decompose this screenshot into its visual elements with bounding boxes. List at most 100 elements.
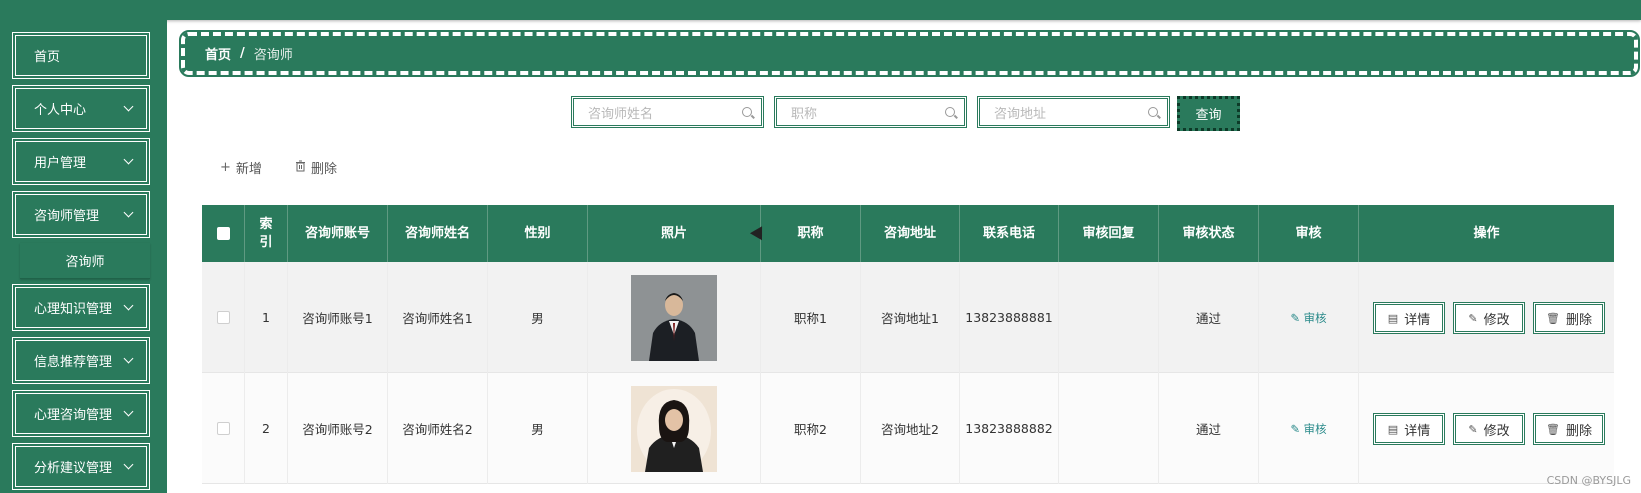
sidebar-item-home[interactable]: 首页 (12, 32, 150, 79)
document-icon: ▤ (1387, 422, 1399, 436)
cell-audit-reply (1059, 373, 1159, 484)
document-icon: ▤ (1387, 311, 1399, 325)
sidebar-subitem-label: 咨询师 (65, 255, 105, 270)
trash-icon: 🗑 (1546, 422, 1560, 436)
watermark: CSDN @BYSJLG (1546, 474, 1631, 487)
placeholder-text: 咨询师姓名 (588, 106, 654, 122)
trash-icon: 🗑 (1546, 311, 1560, 325)
cell-account: 咨询师账号1 (288, 262, 388, 373)
row-checkbox[interactable] (216, 311, 230, 324)
cell-index: 2 (245, 373, 288, 484)
edit-button[interactable]: ✎ 修改 (1453, 413, 1525, 445)
detail-button[interactable]: ▤ 详情 (1373, 302, 1445, 334)
header-address: 咨询地址 (861, 205, 960, 262)
detail-label: 详情 (1404, 312, 1431, 328)
chevron-down-icon (123, 300, 134, 311)
header-title: 职称 (761, 205, 861, 262)
delete-button[interactable]: 🗑 删除 (1533, 302, 1605, 334)
cell-audit-status: 通过 (1159, 262, 1259, 373)
audit-label: 审核 (1303, 310, 1327, 325)
cell-audit: ✎ 审核 (1259, 262, 1359, 373)
cell-audit-reply (1059, 262, 1159, 373)
add-button[interactable]: + 新增 (220, 158, 262, 177)
sidebar-item-label: 用户管理 (34, 156, 87, 171)
delete-label: 删除 (1565, 423, 1592, 439)
pencil-icon: ✎ (1468, 422, 1478, 436)
row-select-cell (202, 262, 245, 373)
chevron-down-icon (123, 101, 134, 112)
edit-button[interactable]: ✎ 修改 (1453, 302, 1525, 334)
breadcrumb-home[interactable]: 首页 (205, 44, 231, 63)
audit-link[interactable]: ✎ 审核 (1290, 421, 1326, 437)
sidebar-item-label: 个人中心 (34, 103, 87, 118)
cell-gender: 男 (488, 262, 588, 373)
counselor-photo (631, 274, 717, 361)
edit-label: 修改 (1483, 312, 1510, 328)
row-checkbox[interactable] (216, 422, 230, 435)
sidebar-item-analysis[interactable]: 分析建议管理 (12, 443, 150, 490)
cell-phone: 13823888881 (960, 262, 1059, 373)
header-index: 索引 (245, 205, 288, 262)
placeholder-text: 职称 (791, 106, 818, 122)
delete-label: 删除 (1565, 312, 1592, 328)
detail-button[interactable]: ▤ 详情 (1373, 413, 1445, 445)
chevron-down-icon (123, 353, 134, 364)
sidebar-item-label: 心理咨询管理 (34, 408, 113, 423)
cell-name: 咨询师姓名1 (388, 262, 488, 373)
table-header: 索引 咨询师账号 咨询师姓名 性别 照片 职称 咨询地址 联系电话 审核回复 审… (202, 205, 1614, 262)
batch-delete-button[interactable]: 删除 (295, 158, 337, 177)
search-icon (1148, 107, 1158, 117)
table-row: 1 咨询师账号1 咨询师姓名1 男 职称1 咨询地址1 13823888881 … (202, 262, 1614, 373)
audit-label: 审核 (1303, 421, 1327, 436)
edit-icon: ✎ (1290, 421, 1304, 436)
delete-label: 删除 (311, 162, 338, 177)
breadcrumb-separator: / (240, 46, 245, 61)
audit-link[interactable]: ✎ 审核 (1290, 310, 1326, 326)
select-all-checkbox[interactable] (216, 227, 230, 240)
search-icon (742, 107, 752, 117)
header-name: 咨询师姓名 (388, 205, 488, 262)
row-select-cell (202, 373, 245, 484)
header-index-top: 索 (259, 216, 273, 232)
plus-icon: + (220, 160, 231, 175)
query-button[interactable]: 查询 (1177, 96, 1240, 131)
edit-icon: ✎ (1290, 310, 1304, 325)
cell-audit-status: 通过 (1159, 373, 1259, 484)
cell-photo (588, 262, 761, 373)
counselor-name-input[interactable]: 咨询师姓名 (571, 96, 764, 128)
delete-button[interactable]: 🗑 删除 (1533, 413, 1605, 445)
sidebar-item-user-management[interactable]: 用户管理 (12, 138, 150, 185)
breadcrumb: 首页 / 咨询师 (179, 30, 1640, 77)
breadcrumb-current: 咨询师 (253, 48, 293, 63)
pencil-icon: ✎ (1468, 311, 1478, 325)
header-account: 咨询师账号 (288, 205, 388, 262)
header-audit-reply: 审核回复 (1059, 205, 1159, 262)
header-gender: 性别 (488, 205, 588, 262)
chevron-down-icon (123, 207, 134, 218)
header-audit-status: 审核状态 (1159, 205, 1259, 262)
sidebar-item-label: 首页 (34, 50, 61, 65)
top-bar (0, 0, 1641, 20)
title-input[interactable]: 职称 (774, 96, 967, 128)
select-all-cell (202, 205, 245, 262)
sidebar-subitem-counselor[interactable]: 咨询师 (20, 243, 150, 279)
chevron-down-icon (123, 406, 134, 417)
cell-phone: 13823888882 (960, 373, 1059, 484)
search-icon (945, 107, 955, 117)
header-photo: 照片 (588, 205, 761, 262)
sidebar-item-recommendation[interactable]: 信息推荐管理 (12, 337, 150, 384)
sidebar-item-consultation[interactable]: 心理咨询管理 (12, 390, 150, 437)
sidebar-item-personal-center[interactable]: 个人中心 (12, 85, 150, 132)
add-label: 新增 (235, 162, 262, 177)
chevron-down-icon (123, 154, 134, 165)
header-audit: 审核 (1259, 205, 1359, 262)
sidebar-item-label: 心理知识管理 (34, 302, 113, 317)
header-index-bottom: 引 (259, 234, 273, 250)
sidebar-item-psych-knowledge[interactable]: 心理知识管理 (12, 284, 150, 331)
header-phone: 联系电话 (960, 205, 1059, 262)
cell-title: 职称2 (761, 373, 861, 484)
cell-photo (588, 373, 761, 484)
sidebar-item-counselor-management[interactable]: 咨询师管理 (12, 191, 150, 238)
cell-address: 咨询地址2 (861, 373, 960, 484)
address-input[interactable]: 咨询地址 (977, 96, 1170, 128)
